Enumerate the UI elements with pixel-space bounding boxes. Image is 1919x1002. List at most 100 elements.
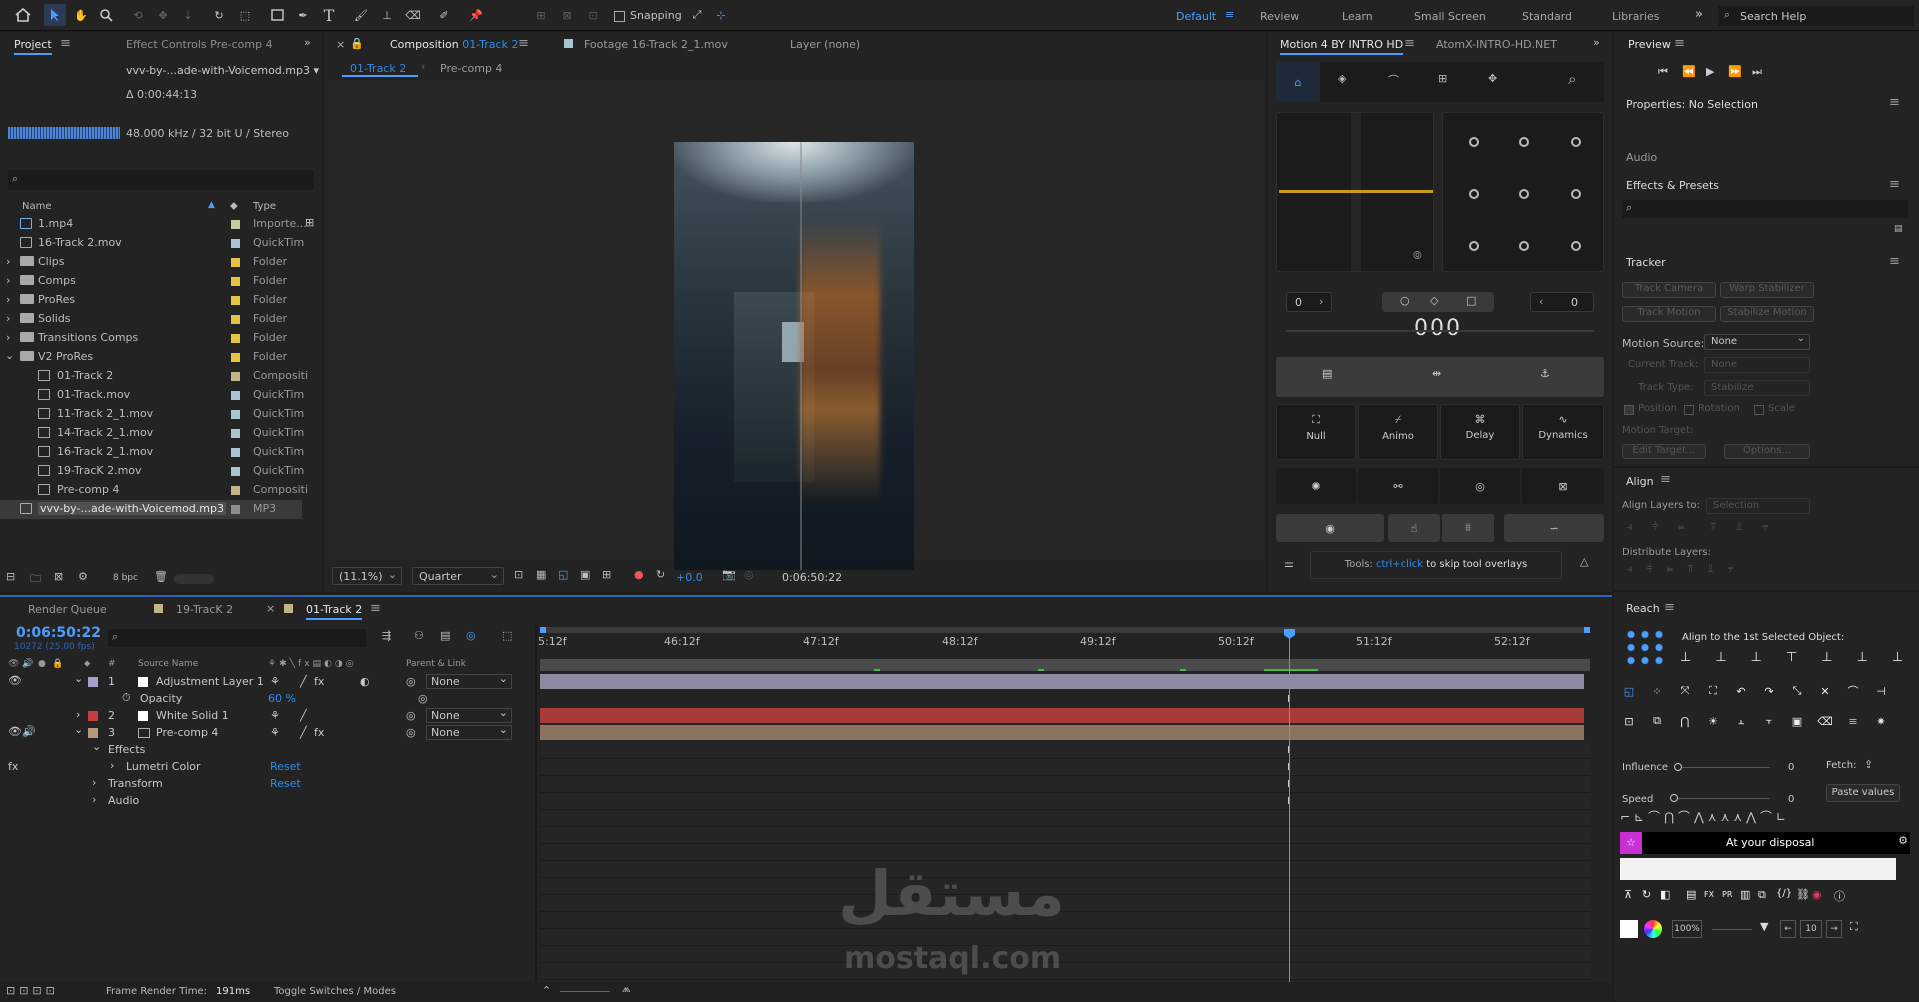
expression-icon[interactable]: ◎: [418, 692, 428, 705]
magnet-icon[interactable]: ⋂: [1674, 710, 1696, 732]
pin-icon[interactable]: ⊼: [1624, 888, 1632, 901]
adjust-settings-icon[interactable]: ⚙: [78, 570, 88, 583]
align-vcenter-icon[interactable]: ⫫: [1736, 520, 1742, 534]
target-icon[interactable]: ◎: [1440, 468, 1520, 504]
pickwhip-icon[interactable]: ◎: [406, 709, 416, 722]
options-button[interactable]: Options...: [1724, 444, 1810, 459]
anchor-tool-icon[interactable]: ⬚: [234, 4, 256, 26]
project-zoom-slider[interactable]: [174, 574, 214, 584]
touch-icon[interactable]: ☝: [1388, 514, 1440, 542]
mask-visibility-icon[interactable]: ◱: [558, 568, 568, 581]
comp-sub-tab-active[interactable]: 01-Track 2: [342, 59, 418, 77]
anchor-middle-left[interactable]: [1469, 189, 1479, 199]
bezier-icon[interactable]: ⌒: [1388, 72, 1399, 88]
null-button[interactable]: ⛶ Null: [1276, 404, 1356, 460]
color-wheel-icon[interactable]: [1644, 920, 1662, 938]
list-item[interactable]: › ProRes Folder: [0, 291, 322, 310]
reach-menu-icon[interactable]: ≡: [1664, 600, 1675, 615]
expand-panels-icon[interactable]: »: [1593, 36, 1600, 49]
drop-icon[interactable]: ◈: [1338, 72, 1346, 85]
white-swatch[interactable]: [1620, 920, 1638, 938]
influence-value[interactable]: 0: [1788, 762, 1794, 773]
rotation-tool-icon[interactable]: ↻: [208, 4, 230, 26]
timeline-zoom-slider[interactable]: [560, 991, 610, 992]
preview-menu-icon[interactable]: ≡: [1674, 36, 1685, 51]
region-of-interest-icon[interactable]: ▣: [580, 568, 590, 581]
fx-icon[interactable]: fx: [314, 726, 324, 739]
label-swatch[interactable]: [231, 486, 240, 495]
flowchart-icon[interactable]: ⊞: [305, 216, 314, 229]
chevron-right-icon[interactable]: ›: [6, 255, 10, 268]
broadcast-icon[interactable]: ⦾: [1413, 249, 1422, 263]
chevron-down-icon[interactable]: ⌄: [5, 349, 14, 362]
dolly-camera-icon[interactable]: ⇣: [177, 4, 199, 26]
work-area-bar[interactable]: [540, 627, 1590, 633]
label-swatch[interactable]: [231, 410, 240, 419]
stabilize-motion-button[interactable]: Stabilize Motion: [1720, 306, 1814, 322]
scale-checkbox[interactable]: [1754, 405, 1764, 415]
film-icon[interactable]: ▣: [1786, 710, 1808, 732]
speed-slider[interactable]: [1670, 794, 1770, 802]
preview-tab[interactable]: Preview: [1628, 38, 1671, 51]
fast-preview-icon[interactable]: ⊡: [514, 568, 523, 581]
label-swatch[interactable]: [231, 239, 240, 248]
workspace-default[interactable]: Default: [1176, 10, 1216, 23]
dynamics-button[interactable]: ∿ Dynamics: [1522, 404, 1604, 460]
workspace-standard[interactable]: Standard: [1522, 10, 1572, 23]
anchor-top-left[interactable]: [1469, 137, 1479, 147]
selected-file-name[interactable]: vvv-by-...ade-with-Voicemod.mp3 ▾: [126, 64, 319, 77]
fx-icon[interactable]: FX: [1704, 890, 1714, 899]
list-item[interactable]: vvv-by-...ade-with-Voicemod.mp3 MP3: [0, 500, 302, 519]
type-tool-icon[interactable]: T: [318, 4, 340, 26]
link-icon[interactable]: ⚯: [1358, 468, 1438, 504]
settings-sliders-icon[interactable]: ⚌: [1284, 557, 1294, 570]
label-swatch[interactable]: [231, 448, 240, 457]
list-item[interactable]: 11-Track 2_1.mov QuickTim: [0, 405, 322, 424]
label-swatch[interactable]: [231, 220, 240, 229]
rectangle-tool-icon[interactable]: [266, 4, 288, 26]
snapshot-icon[interactable]: 📷: [722, 568, 736, 581]
align-left-icon[interactable]: ⫣: [1626, 520, 1633, 534]
timeline-menu-icon[interactable]: ≡: [370, 601, 381, 616]
axis-local-icon[interactable]: ⊠: [556, 4, 578, 26]
effects-search-input[interactable]: ⌕: [1622, 200, 1908, 218]
motion-tab[interactable]: Motion 4 BY INTRO HD: [1280, 38, 1404, 55]
tracker-menu-icon[interactable]: ≡: [1889, 254, 1900, 269]
link-icon[interactable]: ⛓: [1796, 888, 1810, 901]
audio-icon[interactable]: 🔊: [22, 659, 33, 669]
move-icon[interactable]: ✥: [1488, 72, 1497, 85]
timeline-timecode[interactable]: 0:06:50:22: [16, 625, 101, 641]
list-item[interactable]: 16-Track 2_1.mov QuickTim: [0, 443, 322, 462]
warp-stabilizer-button[interactable]: Warp Stabilizer: [1720, 282, 1814, 298]
scatter-icon[interactable]: ⁘: [1646, 680, 1668, 702]
show-snapshot-icon[interactable]: ◎: [744, 568, 754, 581]
search-help-box[interactable]: ⌕ Search Help: [1718, 6, 1914, 26]
snapping-checkbox[interactable]: [614, 11, 625, 22]
label-swatch[interactable]: [88, 728, 98, 738]
panel-icon[interactable]: ▤: [1686, 888, 1696, 901]
effect-row[interactable]: fx › Lumetri Color Reset: [0, 759, 535, 776]
close-tab-icon[interactable]: ×: [266, 602, 275, 615]
dist-v-icon[interactable]: ⫟: [1758, 710, 1780, 732]
fx-icon[interactable]: fx: [8, 760, 18, 773]
pickwhip-icon[interactable]: ◎: [406, 726, 416, 739]
draft-3d-icon[interactable]: ⚇: [414, 629, 424, 642]
source-name-col[interactable]: Source Name: [138, 659, 198, 669]
magnification-dropdown[interactable]: (11.1%) ⌄: [332, 567, 402, 585]
toggle-switches-modes[interactable]: Toggle Switches / Modes: [274, 986, 396, 997]
opacity-value[interactable]: 60 %: [268, 692, 296, 705]
frame2-icon[interactable]: ⊡: [1618, 710, 1640, 732]
list-item[interactable]: 01-Track.mov QuickTim: [0, 386, 322, 405]
snap-grid-icon[interactable]: ⊹: [710, 4, 732, 26]
paste-values-button[interactable]: Paste values: [1826, 784, 1900, 802]
chevron-right-icon[interactable]: ›: [6, 331, 10, 344]
align-hcenter-icon[interactable]: ⫩: [1652, 520, 1658, 534]
label-swatch[interactable]: [231, 334, 240, 343]
project-tab[interactable]: Project: [14, 38, 52, 55]
delete-icon[interactable]: 🗑: [154, 570, 168, 583]
label-swatch[interactable]: [231, 353, 240, 362]
orbit-camera-icon[interactable]: ⟲: [127, 4, 149, 26]
zoom-tool-icon[interactable]: [95, 4, 117, 26]
last-frame-icon[interactable]: ⏭: [1752, 65, 1762, 79]
label-swatch[interactable]: [231, 467, 240, 476]
